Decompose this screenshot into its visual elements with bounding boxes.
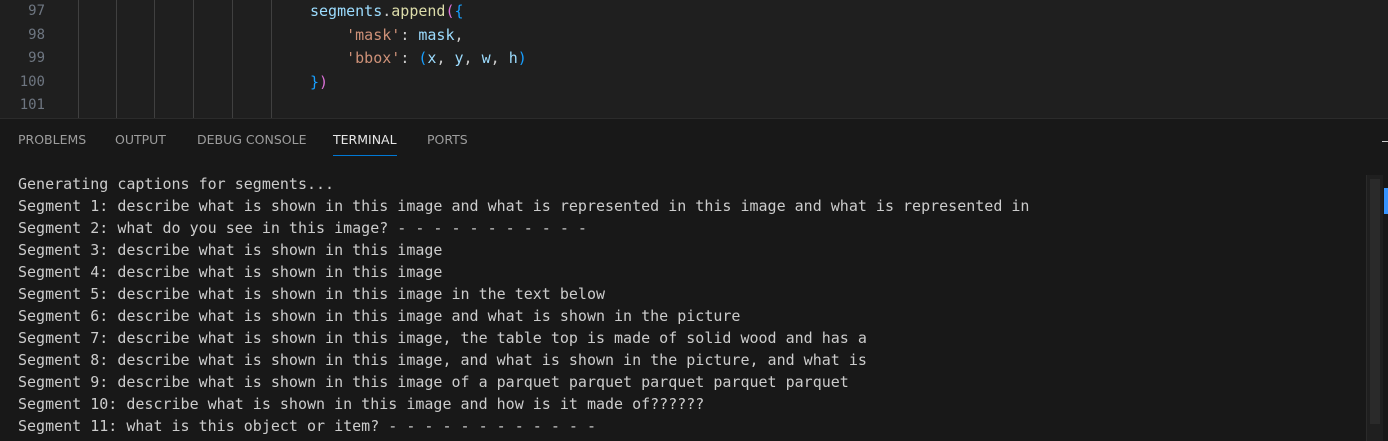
terminal-line: Segment 8: describe what is shown in thi… <box>18 351 867 369</box>
code-editor[interactable]: 97 segments.append({98 'mask': mask, 99 'b… <box>0 0 1388 118</box>
code-token: , <box>436 49 455 67</box>
code-token: mask <box>418 25 455 44</box>
terminal-line: Segment 1: describe what is shown in thi… <box>18 197 1030 215</box>
line-number: 97 <box>28 3 45 19</box>
terminal-line: Segment 11: what is this object or item?… <box>18 417 596 435</box>
code-token: w <box>481 49 491 67</box>
tab-terminal[interactable]: TERMINAL <box>333 132 397 156</box>
panel-tab-bar: PROBLEMS OUTPUT DEBUG CONSOLE TERMINAL P… <box>0 119 1388 163</box>
bottom-panel: PROBLEMS OUTPUT DEBUG CONSOLE TERMINAL P… <box>0 118 1388 441</box>
code-line[interactable]: 99 'bbox': (x, y, w, h) <box>0 47 1388 71</box>
maximize-panel-icon[interactable] <box>1382 141 1388 142</box>
terminal-line: Segment 9: describe what is shown in thi… <box>18 373 849 391</box>
code-text: }) <box>310 71 328 95</box>
line-number: 101 <box>19 97 45 113</box>
code-token: { <box>454 2 464 20</box>
code-text: 'bbox': (x, y, w, h) <box>310 47 527 71</box>
line-number: 100 <box>19 73 45 90</box>
code-token: , <box>490 49 509 67</box>
code-token: append <box>391 2 446 20</box>
line-number: 99 <box>28 50 45 66</box>
terminal-output[interactable]: Generating captions for segments... Segme… <box>0 173 1364 441</box>
code-token: } <box>310 72 320 91</box>
terminal-line: Generating captions for segments... <box>18 175 335 193</box>
scroll-position-marker <box>1384 188 1388 214</box>
terminal-line: Segment 10: describe what is shown in th… <box>18 395 705 413</box>
code-token: ) <box>319 72 329 91</box>
terminal-line: Segment 6: describe what is shown in thi… <box>18 307 741 325</box>
terminal-scrollbar[interactable] <box>1366 175 1383 441</box>
code-line[interactable]: 98 'mask': mask, <box>0 24 1388 48</box>
code-line[interactable]: 97 segments.append({ <box>0 0 1388 24</box>
tab-problems[interactable]: PROBLEMS <box>18 132 86 147</box>
code-token: : <box>400 25 419 44</box>
code-text: 'mask': mask, <box>310 24 464 48</box>
code-line[interactable]: 101 <box>0 94 1388 118</box>
code-token: 'bbox' <box>346 49 401 67</box>
terminal-line: Segment 5: describe what is shown in thi… <box>18 285 605 303</box>
tab-ports[interactable]: PORTS <box>427 132 468 147</box>
tab-output[interactable]: OUTPUT <box>115 132 166 147</box>
scrollbar-thumb[interactable] <box>1370 179 1380 424</box>
terminal-line: Segment 2: what do you see in this image… <box>18 219 587 237</box>
code-token: ) <box>517 49 527 67</box>
terminal-line: Segment 3: describe what is shown in thi… <box>18 241 443 259</box>
terminal-line: Segment 4: describe what is shown in thi… <box>18 263 443 281</box>
code-line[interactable]: 100}) <box>0 71 1388 95</box>
line-number: 98 <box>28 26 45 43</box>
code-token: , <box>454 25 464 44</box>
code-text: segments.append({ <box>310 0 464 24</box>
code-token: 'mask' <box>346 25 401 44</box>
code-token: segments <box>310 2 383 20</box>
code-token: ( <box>445 2 455 20</box>
terminal-line: Segment 7: describe what is shown in thi… <box>18 329 867 347</box>
code-token: y <box>454 49 464 67</box>
code-token: : <box>400 49 419 67</box>
code-token: h <box>508 49 518 67</box>
code-token: . <box>382 2 392 20</box>
tab-debug-console[interactable]: DEBUG CONSOLE <box>197 132 306 147</box>
code-token: , <box>463 49 482 67</box>
